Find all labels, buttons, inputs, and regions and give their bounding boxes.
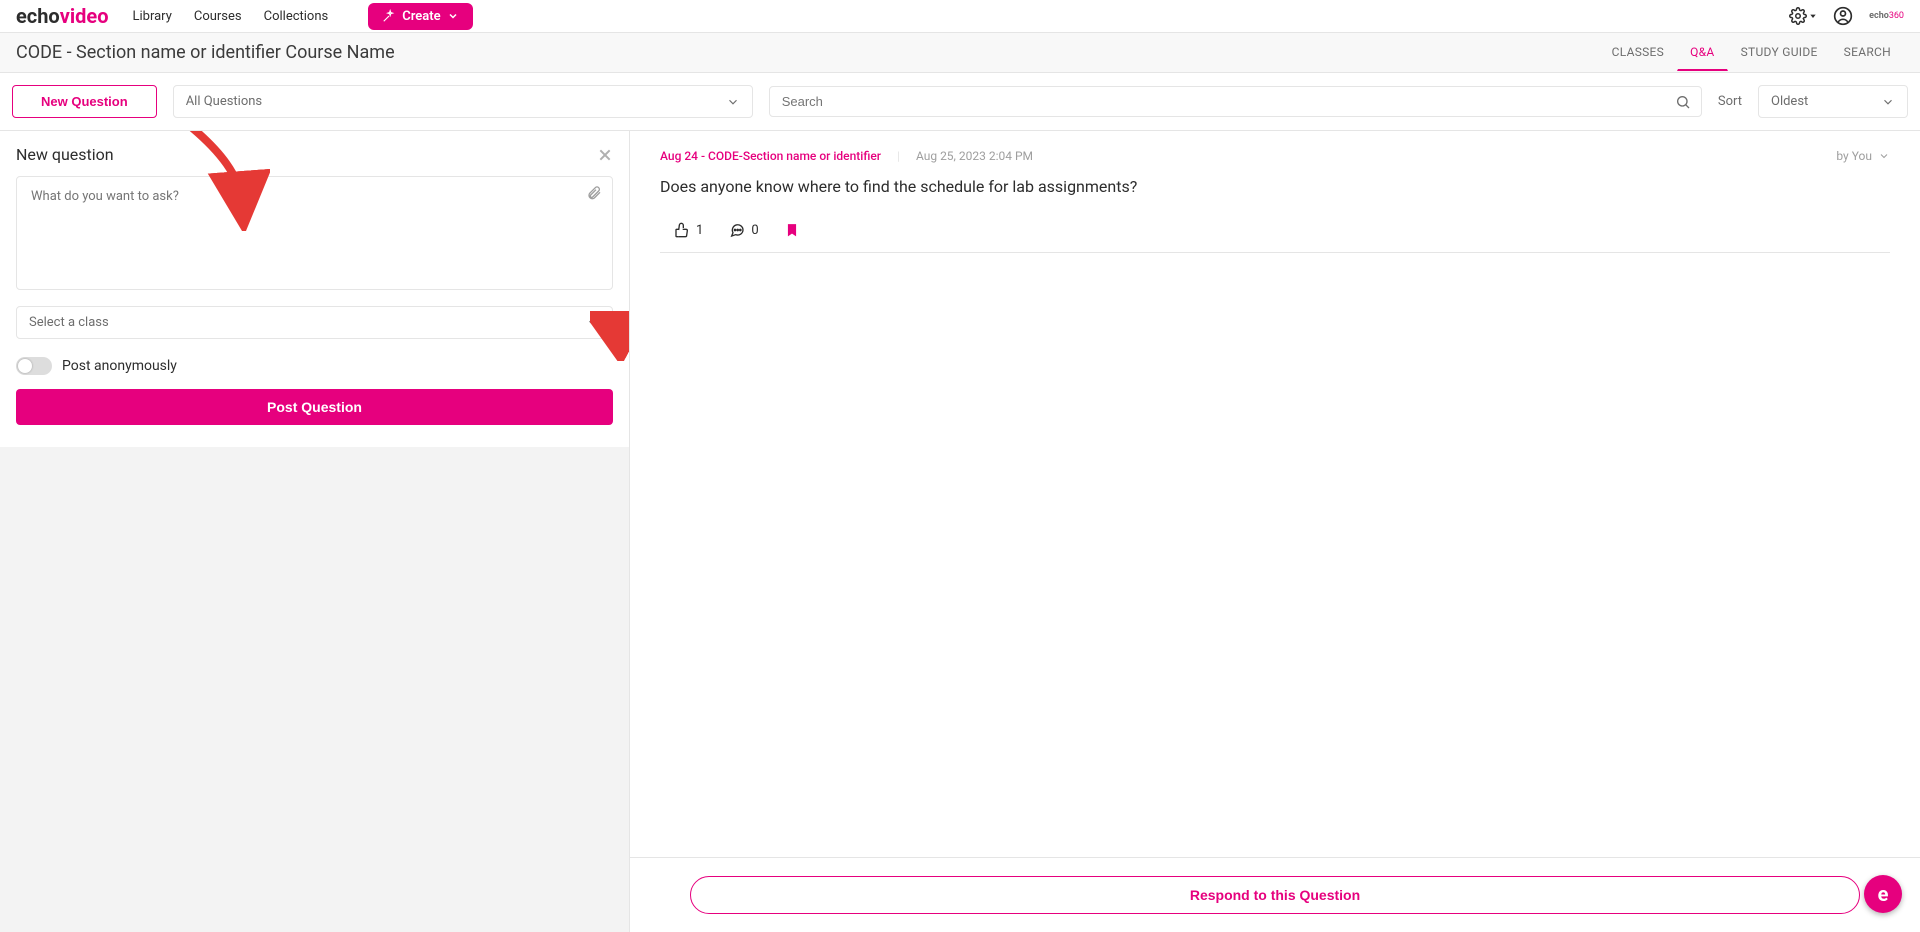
tab-study-guide[interactable]: STUDY GUIDE <box>1728 34 1831 71</box>
nav-link-library[interactable]: Library <box>133 9 172 24</box>
paperclip-icon[interactable] <box>586 185 602 201</box>
anonymous-row: Post anonymously <box>16 357 613 375</box>
course-title: CODE - Section name or identifier Course… <box>16 42 395 63</box>
search-icon[interactable] <box>1675 94 1691 110</box>
bookmark-button[interactable] <box>785 222 799 238</box>
tab-search[interactable]: SEARCH <box>1831 34 1904 71</box>
chevron-down-icon <box>1878 150 1890 162</box>
create-button[interactable]: Create <box>368 3 472 30</box>
question-author[interactable]: by You <box>1836 149 1890 163</box>
logo-text-echo: echo <box>16 4 60 28</box>
search-input[interactable] <box>780 93 1675 110</box>
question-date: Aug 25, 2023 2:04 PM <box>916 149 1033 163</box>
sort-value: Oldest <box>1771 94 1808 109</box>
course-tabs: CLASSES Q&A STUDY GUIDE SEARCH <box>1599 34 1904 71</box>
question-detail: Aug 24 - CODE-Section name or identifier… <box>630 131 1920 857</box>
speech-bubble-icon <box>729 222 745 238</box>
question-textarea-wrap[interactable] <box>16 176 613 290</box>
top-nav: echovideo Library Courses Collections Cr… <box>0 0 1920 33</box>
sort-label: Sort <box>1718 94 1742 109</box>
reply-count: 0 <box>751 223 758 238</box>
questions-filter-select[interactable]: All Questions <box>173 85 753 118</box>
bookmark-icon <box>785 222 799 238</box>
chevron-down-icon <box>447 10 459 22</box>
anonymous-label: Post anonymously <box>62 358 177 374</box>
main-split: New question Select a class Post a <box>0 131 1920 932</box>
caret-down-icon <box>1809 12 1817 20</box>
thumbs-up-icon <box>674 222 690 238</box>
new-question-button[interactable]: New Question <box>12 85 157 118</box>
question-textarea[interactable] <box>29 187 600 275</box>
sort-select[interactable]: Oldest <box>1758 85 1908 118</box>
anonymous-toggle[interactable] <box>16 357 52 375</box>
respond-button[interactable]: Respond to this Question <box>690 876 1860 914</box>
right-panel: Aug 24 - CODE-Section name or identifier… <box>630 131 1920 932</box>
nav-links: Library Courses Collections Create <box>133 3 473 30</box>
settings-menu[interactable] <box>1789 7 1817 25</box>
questions-filter-value: All Questions <box>186 94 262 109</box>
left-panel: New question Select a class Post a <box>0 131 630 932</box>
reply-button[interactable]: 0 <box>729 222 758 238</box>
nav-link-courses[interactable]: Courses <box>194 9 242 24</box>
class-select-placeholder: Select a class <box>29 315 109 330</box>
post-question-button[interactable]: Post Question <box>16 389 613 425</box>
gear-icon <box>1789 7 1807 25</box>
like-count: 1 <box>696 223 703 238</box>
nav-link-collections[interactable]: Collections <box>264 9 329 24</box>
form-title: New question <box>16 145 114 164</box>
logo-text-video: video <box>60 4 109 28</box>
create-button-label: Create <box>402 9 440 24</box>
question-meta: Aug 24 - CODE-Section name or identifier… <box>660 149 1890 163</box>
magic-icon <box>382 9 396 23</box>
chevron-down-icon <box>726 95 740 109</box>
new-question-form: New question Select a class Post a <box>0 131 629 447</box>
account-icon[interactable] <box>1833 6 1853 26</box>
topnav-right: echo360 <box>1789 6 1904 26</box>
filter-bar: New Question All Questions Sort Oldest <box>0 73 1920 131</box>
tab-qa[interactable]: Q&A <box>1677 34 1727 71</box>
chevron-down-icon <box>586 316 600 330</box>
chevron-down-icon <box>1881 95 1895 109</box>
question-actions: 1 0 <box>660 222 1890 253</box>
meta-separator: | <box>897 149 900 163</box>
tab-classes[interactable]: CLASSES <box>1599 34 1678 71</box>
close-icon[interactable] <box>597 147 613 163</box>
question-text: Does anyone know where to find the sched… <box>660 177 1890 196</box>
class-select[interactable]: Select a class <box>16 306 613 339</box>
like-button[interactable]: 1 <box>674 222 703 238</box>
search-box[interactable] <box>769 86 1702 117</box>
org-logo[interactable]: echo360 <box>1869 11 1904 21</box>
course-header: CODE - Section name or identifier Course… <box>0 33 1920 73</box>
brand-logo[interactable]: echovideo <box>16 4 109 28</box>
help-bubble-label: e <box>1878 882 1889 906</box>
respond-bar: Respond to this Question <box>630 857 1920 932</box>
question-class-link[interactable]: Aug 24 - CODE-Section name or identifier <box>660 149 881 163</box>
help-bubble[interactable]: e <box>1864 875 1902 913</box>
